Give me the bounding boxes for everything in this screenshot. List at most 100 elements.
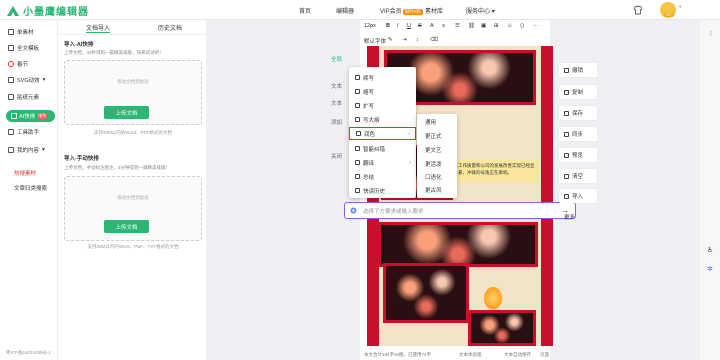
menu-item-translate[interactable]: 翻译 › — [349, 156, 416, 169]
chevron-down-icon[interactable]: ▾ — [679, 4, 681, 10]
emoji-icon[interactable]: ☺ — [507, 23, 513, 29]
sidebar-item-label: 全文模板 — [17, 46, 40, 52]
sidebar-item-festival[interactable]: 春节 — [8, 60, 28, 68]
preview-button[interactable]: 预览 — [559, 148, 597, 162]
font-family-select[interactable]: 默认字体 — [364, 37, 386, 45]
nav-vip[interactable]: VIP会员 限时5折 — [380, 6, 423, 15]
list-icon[interactable]: ☰ — [455, 23, 460, 29]
submenu-item-lively[interactable]: 更活泼 — [425, 160, 442, 168]
fireworks-image-4[interactable] — [383, 263, 469, 323]
code-icon[interactable]: ⟨⟩ — [520, 23, 524, 29]
menu-item-label: 扩写 — [363, 103, 375, 110]
pill-add[interactable]: 添加 — [331, 118, 342, 126]
menu-item-label: 润色 — [364, 131, 376, 138]
menu-item-history[interactable]: 快读历史 — [349, 184, 416, 197]
festival-icon — [8, 61, 14, 67]
shirt-icon[interactable] — [633, 5, 643, 15]
sidebar-item-svg[interactable]: SVG动效 ▾ — [8, 76, 45, 84]
font-size-select[interactable]: 12px — [364, 23, 376, 29]
clear-button[interactable]: 清空 — [559, 169, 597, 183]
menu-item-correct[interactable]: 智能纠错 — [349, 142, 416, 155]
sidebar-link-hot[interactable]: 热搜素材 — [14, 169, 36, 177]
format-brush-icon[interactable]: ✎ — [388, 37, 393, 43]
doc-red-border-right — [541, 46, 553, 346]
copy-button[interactable]: 复制 — [559, 85, 597, 99]
menu-item-expand[interactable]: 扩写 — [349, 99, 416, 112]
indent-icon[interactable]: ⇥ — [402, 37, 407, 43]
submenu-item-formal[interactable]: 更正式 — [425, 132, 442, 140]
line-height-icon[interactable]: ↕ — [416, 37, 419, 43]
menu-item-continue[interactable]: 续写 — [349, 71, 416, 84]
version-status[interactable]: 文本体验版 — [459, 352, 482, 358]
nav-materials[interactable]: 素材库 — [425, 6, 443, 15]
text-color-icon[interactable]: A — [430, 23, 434, 29]
sidebar-link-search[interactable]: 文章归类搜索 — [14, 184, 47, 192]
bold-icon[interactable]: B — [386, 23, 390, 29]
pill-text-2[interactable]: 文本 — [331, 99, 342, 107]
outline-icon — [355, 117, 360, 122]
fireworks-image-5[interactable] — [468, 310, 536, 346]
page-status[interactable]: 页面 — [540, 352, 549, 358]
copy-icon — [564, 89, 569, 95]
save-button[interactable]: 保存 — [559, 106, 597, 120]
sidebar-item-ai[interactable]: AI快排 限免 — [6, 110, 55, 122]
nav-home[interactable]: 首页 — [299, 6, 311, 15]
clear-format-icon[interactable]: ⌫ — [430, 37, 438, 43]
menu-item-summary[interactable]: 总结 — [349, 170, 416, 183]
sidebar-item-my-content[interactable]: 我的内容 ▾ — [8, 146, 45, 154]
image-icon[interactable]: ▣ — [481, 23, 486, 29]
collapse-icon[interactable]: ⋮ — [708, 30, 714, 37]
italic-icon[interactable]: I — [397, 23, 399, 29]
submenu-item-classical[interactable]: 更古风 — [425, 186, 442, 194]
menu-item-polish[interactable]: 润色 › — [349, 127, 416, 140]
sidebar-item-label: SVG动效 — [17, 78, 40, 84]
tab-history-docs[interactable]: 历史文档 — [158, 23, 182, 32]
menu-item-outline[interactable]: 写大纲 — [349, 113, 416, 126]
pill-close[interactable]: 关闭 — [331, 152, 342, 160]
ai-icon — [11, 113, 17, 119]
highlighted-paragraph[interactable]: 工作质量和公司的发展改善实现已经显著，冲锋的号角正在奏响。 — [455, 160, 539, 182]
help-icon[interactable]: ✲ — [707, 265, 713, 273]
logo[interactable]: 小墨鹰编辑器 — [6, 3, 89, 18]
pill-text-1[interactable]: 文本 — [331, 82, 342, 90]
more-button[interactable]: 更多 — [559, 210, 597, 224]
ai-sparkle-icon — [350, 207, 357, 214]
menu-item-shorten[interactable]: 缩写 — [349, 85, 416, 98]
autosave-status: 文本自动保存 — [504, 352, 531, 357]
accessibility-icon[interactable]: ♿ — [707, 246, 713, 254]
single-material-icon — [8, 29, 14, 35]
menu-item-label: 缩写 — [363, 89, 375, 96]
nav-service[interactable]: 服务中心 ▾ — [466, 6, 495, 15]
submenu-item-colloquial[interactable]: 口语化 — [425, 173, 442, 181]
nav-editor[interactable]: 编辑器 — [336, 6, 354, 15]
ai-upload-button[interactable]: 上传文档 — [104, 106, 149, 119]
pill-global[interactable]: 全局 — [331, 55, 342, 63]
manual-upload-button[interactable]: 上传文档 — [104, 220, 149, 233]
sidebar-item-single[interactable]: 单素材 — [8, 28, 34, 36]
manual-import-subtitle: 上传文档，手动标注图注，5分钟得到一篇精美排版！ — [64, 165, 171, 170]
sidebar-item-tools[interactable]: 工具助手 — [8, 128, 39, 136]
sidebar-item-sticker[interactable]: 贴纸元素 — [8, 93, 39, 101]
undo-button[interactable]: 撤销 — [559, 63, 597, 77]
icp-footer[interactable]: 粤ICP备16024499号-1 — [6, 350, 51, 356]
underline-icon[interactable]: U — [407, 23, 411, 29]
align-icon[interactable]: ≡ — [442, 23, 445, 29]
ai-context-menu: 续写 缩写 扩写 写大纲 润色 › 智能纠错 翻译 › 总结 快读历史 — [349, 67, 416, 198]
import-button[interactable]: 导入 — [559, 189, 597, 203]
tools-icon — [8, 129, 14, 135]
submenu-item-general[interactable]: 通用 — [425, 118, 436, 126]
sync-button[interactable]: 同步 — [559, 127, 597, 141]
link-icon[interactable]: ⛓ — [468, 23, 475, 29]
ai-prompt-input[interactable]: 选择下方要求或输入要求 → — [344, 202, 576, 219]
strikethrough-icon[interactable]: S — [418, 23, 422, 29]
more-icon[interactable]: ⋯ — [533, 23, 539, 29]
submenu-item-literary[interactable]: 更文艺 — [425, 146, 442, 154]
sticker-icon — [8, 94, 14, 100]
chevron-down-icon: ▾ — [42, 147, 45, 153]
tab-document-import[interactable]: 文档导入 — [86, 23, 111, 33]
sidebar-item-template[interactable]: 全文模板 — [8, 44, 39, 52]
table-icon[interactable]: ⊞ — [494, 23, 499, 29]
my-content-icon — [8, 147, 14, 153]
menu-item-label: 智能纠错 — [363, 146, 386, 153]
fireworks-image-3[interactable] — [378, 222, 538, 267]
